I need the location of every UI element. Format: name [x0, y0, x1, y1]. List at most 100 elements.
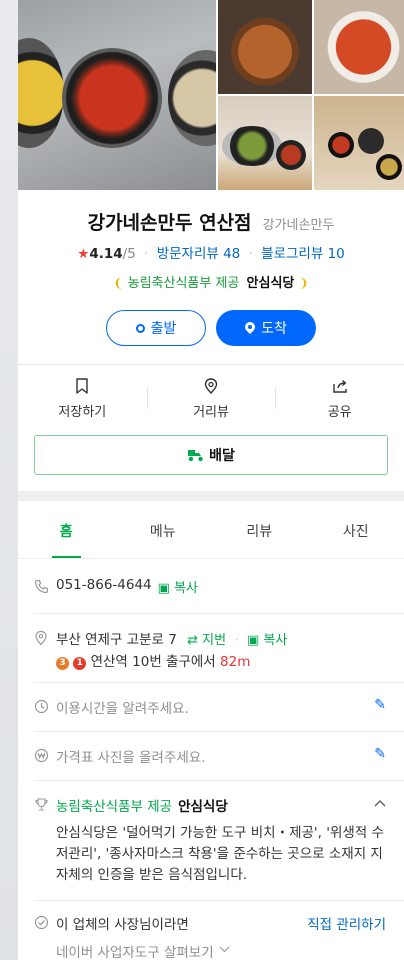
- photo-dish: [168, 50, 216, 146]
- photo-dish: [62, 48, 162, 148]
- divider: [34, 613, 404, 614]
- photo-thumb[interactable]: [314, 0, 404, 94]
- subway-line-1-badge: 1: [73, 657, 87, 670]
- dot-separator: ·: [248, 246, 253, 262]
- dot-separator: ·: [144, 246, 149, 262]
- save-label: 저장하기: [58, 405, 107, 420]
- photo-dish: [18, 38, 64, 148]
- photo-dish: [328, 132, 354, 158]
- safe-row-label: 농림축산식품부 제공: [56, 799, 173, 815]
- safe-restaurant-row[interactable]: 농림축산식품부 제공 안심식당: [18, 795, 404, 817]
- depart-label: 출발: [150, 321, 177, 337]
- distance-text: 82m: [220, 654, 251, 670]
- owner-tool-row[interactable]: 네이버 사업자도구 살펴보기: [18, 941, 404, 960]
- chevron-up-icon[interactable]: [374, 795, 386, 811]
- copy-icon: ▣: [157, 581, 170, 596]
- divider: [34, 682, 404, 683]
- photo-gallery[interactable]: [18, 0, 404, 190]
- street-view-label: 거리뷰: [193, 405, 229, 420]
- address-row: 부산 연제구 고분로 7 ⇄ 지번 · ▣ 복사 3 1 연산역 10번 출구에…: [18, 628, 404, 672]
- share-button[interactable]: 공유: [275, 365, 404, 431]
- share-icon: [332, 379, 347, 393]
- visitor-reviews-link[interactable]: 방문자리뷰 48: [157, 246, 241, 262]
- owner-row: 이 업체의 사장님이라면 직접 관리하기: [18, 913, 404, 935]
- rating-scale: /5: [122, 246, 136, 262]
- depart-button[interactable]: 출발: [106, 310, 206, 346]
- hours-prompt: 이용시간을 알려주세요.: [56, 701, 189, 717]
- safe-badge-brand: 안심식당: [246, 276, 295, 291]
- safe-badge-label: 농림축산식품부 제공: [127, 276, 240, 291]
- owner-text: 이 업체의 사장님이라면: [56, 917, 189, 933]
- share-label: 공유: [327, 405, 352, 420]
- street-view-button[interactable]: 거리뷰: [146, 365, 276, 431]
- phone-number[interactable]: 051-866-4644: [56, 577, 152, 593]
- edit-pencil-icon[interactable]: ✎: [374, 746, 386, 762]
- chevron-down-icon: [219, 941, 230, 957]
- address-text: 부산 연제구 고분로 7: [56, 632, 177, 648]
- place-title: 강가네손만두 연산점: [87, 212, 252, 234]
- section-gap: [18, 491, 404, 501]
- safe-description: 안심식당은 '덜어먹기 가능한 도구 비치・제공', '위생적 수저관리', '…: [56, 825, 384, 883]
- photo-dish: [222, 126, 282, 166]
- price-row[interactable]: 가격표 사진을 올려주세요. ✎: [18, 746, 404, 768]
- place-category: 강가네손만두: [262, 218, 335, 233]
- tab-bar: 홈 메뉴 리뷰 사진: [18, 501, 404, 559]
- laurel-right-icon: ❩: [298, 276, 309, 290]
- jibun-toggle[interactable]: ⇄ 지번: [187, 633, 226, 648]
- tab-home[interactable]: 홈: [18, 501, 115, 558]
- subway-line-3-badge: 3: [56, 657, 69, 670]
- copy-phone-label: 복사: [174, 581, 198, 596]
- copy-phone-button[interactable]: ▣ 복사: [158, 577, 198, 596]
- safe-restaurant-badge[interactable]: ❨ 농림축산식품부 제공 안심식당 ❩: [18, 272, 404, 294]
- divider: [34, 900, 404, 901]
- tab-menu[interactable]: 메뉴: [115, 501, 212, 558]
- address-block: 부산 연제구 고분로 7 ⇄ 지번 · ▣ 복사 3 1 연산역 10번 출구에…: [56, 628, 287, 672]
- manage-directly-link[interactable]: 직접 관리하기: [307, 913, 386, 933]
- dot-separator: ·: [234, 632, 239, 648]
- title-row: 강가네손만두 연산점 강가네손만두: [18, 208, 404, 236]
- location-pin-icon: [245, 322, 255, 334]
- owner-tool-link: 네이버 사업자도구 살펴보기: [56, 945, 214, 960]
- save-button[interactable]: 저장하기: [18, 365, 147, 431]
- background-left: [0, 0, 18, 960]
- hours-row[interactable]: 이용시간을 알려주세요. ✎: [18, 697, 404, 719]
- divider: [34, 731, 404, 732]
- photo-dish: [358, 128, 384, 154]
- laurel-left-icon: ❨: [113, 276, 124, 290]
- delivery-label: 배달: [209, 448, 235, 464]
- photo-thumb[interactable]: [218, 0, 312, 94]
- star-icon: ★: [77, 246, 90, 262]
- edit-pencil-icon[interactable]: ✎: [374, 697, 386, 713]
- safe-row-brand: 안심식당: [178, 799, 228, 815]
- photo-thumb[interactable]: [314, 96, 404, 190]
- tab-photos[interactable]: 사진: [308, 501, 404, 558]
- divider: [34, 780, 404, 781]
- location-icon: [34, 630, 56, 650]
- copy-icon: ▣: [246, 633, 260, 648]
- directions-text: 연산역 10번 출구에서: [90, 654, 216, 670]
- origin-dot-icon: [135, 323, 145, 333]
- price-prompt: 가격표 사진을 올려주세요.: [56, 750, 206, 766]
- street-view-pin-icon: [204, 378, 218, 394]
- arrive-label: 도착: [261, 321, 287, 337]
- photo-thumb[interactable]: [218, 96, 312, 190]
- photo-dish: [376, 154, 402, 180]
- tab-reviews[interactable]: 리뷰: [211, 501, 308, 558]
- delivery-button[interactable]: 배달: [34, 435, 388, 475]
- check-circle-icon: [34, 915, 56, 934]
- rating-value: 4.14: [89, 246, 123, 262]
- jibun-label: 지번: [202, 633, 227, 648]
- clock-icon: [34, 699, 56, 718]
- photo-main[interactable]: [18, 0, 216, 190]
- blog-reviews-link[interactable]: 블로그리뷰 10: [261, 246, 345, 262]
- delivery-bike-icon: [188, 450, 203, 462]
- copy-address-button[interactable]: ▣ 복사: [247, 633, 287, 648]
- arrive-button[interactable]: 도착: [216, 310, 316, 346]
- bookmark-icon: [76, 378, 89, 394]
- review-stats: ★4.14/5 · 방문자리뷰 48 · 블로그리뷰 10: [18, 242, 404, 264]
- place-panel: 강가네손만두 연산점 강가네손만두 ★4.14/5 · 방문자리뷰 48 · 블…: [18, 0, 404, 960]
- photo-dish: [276, 140, 306, 170]
- trophy-icon: [34, 797, 56, 816]
- phone-icon: [34, 579, 56, 598]
- route-buttons: 출발 도착: [18, 310, 404, 346]
